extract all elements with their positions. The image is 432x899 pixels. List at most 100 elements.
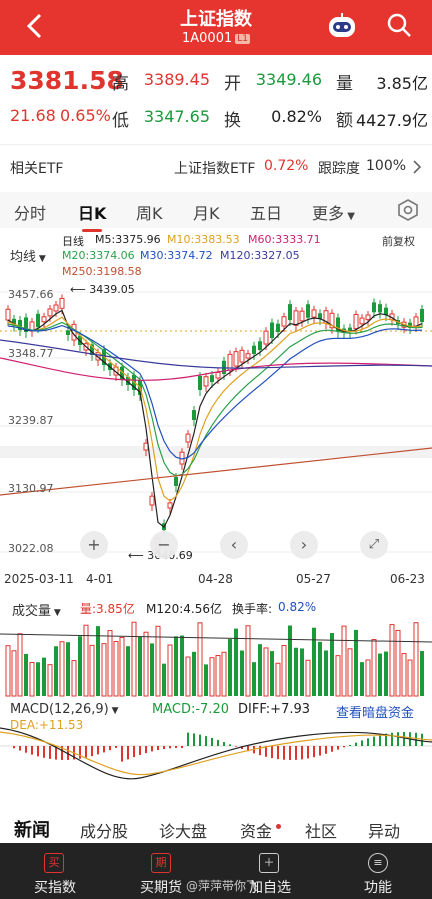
candle-up <box>233 351 239 367</box>
volume-chart <box>0 621 432 697</box>
volume-bar <box>389 624 395 697</box>
ma30-value: M30:3374.72 <box>140 249 213 262</box>
date-label: 04-28 <box>198 572 233 586</box>
date-end: 06-23 <box>390 572 425 586</box>
diff-value: DIFF:+7.93 <box>238 702 311 717</box>
volume-bar <box>209 657 215 697</box>
volume-bar <box>71 660 77 697</box>
tab-more-label: 更多 <box>312 204 345 223</box>
tab-five-day[interactable]: 五日 <box>250 200 282 224</box>
volume-bar <box>371 639 377 697</box>
candle-up <box>413 316 419 327</box>
volume-bar <box>143 631 149 697</box>
candle-up <box>149 495 155 506</box>
adjust-label[interactable]: 前复权 <box>382 233 415 249</box>
scroll-band <box>0 446 432 458</box>
volume-bar <box>66 642 70 696</box>
search-icon[interactable] <box>385 11 413 39</box>
tab-monthly-k[interactable]: 月K <box>193 200 220 224</box>
tab-news[interactable]: 新闻 <box>14 816 50 842</box>
volume-bar <box>401 653 407 697</box>
ma5-value: M5:3375.96 <box>95 233 161 246</box>
volume-bar <box>245 625 251 697</box>
tab-alerts[interactable]: 异动 <box>368 818 400 842</box>
candle-down <box>306 304 310 318</box>
caret-down-icon: ▼ <box>344 211 355 222</box>
notification-dot <box>276 824 281 829</box>
tab-diagnose[interactable]: 诊大盘 <box>159 818 207 842</box>
add-watchlist-icon: ＋ <box>259 853 279 873</box>
fullscreen-button[interactable]: ⤢ <box>360 531 388 559</box>
volume-bar <box>360 662 364 696</box>
candles <box>5 294 424 556</box>
buy-futures-button[interactable]: 买期货 <box>140 877 182 897</box>
robot-assistant-icon[interactable] <box>326 12 358 40</box>
volume-bar <box>221 651 227 697</box>
function-button[interactable]: 功能 <box>364 877 392 897</box>
volume-bar <box>138 636 142 696</box>
volume-value: 3.85亿 <box>376 74 428 93</box>
track-label: 跟踪度 <box>318 161 360 177</box>
volume-bar <box>59 641 65 697</box>
candle-down <box>270 322 274 338</box>
volume-bar <box>347 648 353 697</box>
volume-bar <box>126 646 130 696</box>
candle-up <box>5 308 11 321</box>
bottom-action-bar: 买 买指数 期 买期货 ＋ 加自选 ≡ 功能 @萍萍带你飞 <box>0 843 432 899</box>
tab-daily-k[interactable]: 日K <box>78 200 106 232</box>
candle-down <box>198 375 202 390</box>
arrow-left-icon: ⟵ <box>128 549 148 562</box>
volume-bar <box>42 657 46 696</box>
y-tick: 3239.87 <box>8 414 54 427</box>
volume-bar <box>420 650 424 696</box>
related-etf-label[interactable]: 相关ETF <box>10 158 63 178</box>
y-tick: 3457.66 <box>8 288 54 301</box>
volume-bar <box>324 650 328 696</box>
candle-up <box>41 316 47 323</box>
open-value: 3349.46 <box>255 70 322 89</box>
volume-bar <box>228 639 232 696</box>
candle-up <box>185 433 191 443</box>
candle-down <box>276 323 280 332</box>
etf-name[interactable]: 上证指数ETF <box>174 158 255 178</box>
date-start: 2025-03-11 <box>4 572 74 586</box>
scroll-left-button[interactable]: ‹ <box>220 531 248 559</box>
volume-bar <box>407 659 413 697</box>
buy-futures-icon: 期 <box>151 853 171 873</box>
candle-down <box>174 477 178 486</box>
macd-selector-label: MACD(12,26,9) <box>10 702 109 717</box>
settings-hex-icon[interactable] <box>396 198 420 222</box>
volume-bar <box>29 662 35 697</box>
open-label: 开 <box>224 74 241 94</box>
buy-index-button[interactable]: 买指数 <box>34 877 76 897</box>
ma120-value: M120:3327.05 <box>220 249 300 262</box>
macd-selector[interactable]: MACD(12,26,9) ▼ <box>10 702 119 717</box>
tab-components[interactable]: 成分股 <box>80 818 128 842</box>
function-icon: ≡ <box>368 853 388 873</box>
volume-bar <box>413 622 419 697</box>
ma20-value: M20:3374.06 <box>62 249 135 262</box>
tab-intraday[interactable]: 分时 <box>14 200 46 224</box>
volume-bar <box>131 621 137 697</box>
date-label: 4-01 <box>86 572 114 586</box>
volume-bar <box>294 647 298 696</box>
tab-community[interactable]: 社区 <box>305 818 337 842</box>
candle-up <box>359 317 365 325</box>
candle-up <box>47 308 53 317</box>
ma-selector[interactable]: 均线 ▼ <box>10 246 46 265</box>
zoom-out-button[interactable]: − <box>150 531 178 559</box>
tab-weekly-k[interactable]: 周K <box>136 200 163 224</box>
macd-chart <box>0 727 432 780</box>
turnover-rate-label: 换手率: <box>232 602 273 616</box>
candle-up <box>215 371 221 379</box>
chevron-right-icon[interactable] <box>410 159 424 175</box>
candle-up <box>53 304 59 312</box>
volume-bar <box>113 640 119 697</box>
tab-funds[interactable]: 资金 <box>240 818 272 842</box>
kline-chart[interactable] <box>0 280 432 570</box>
tab-more[interactable]: 更多 ▼ <box>312 200 355 224</box>
candle-up <box>263 330 269 345</box>
scroll-right-button[interactable]: › <box>290 531 318 559</box>
volume-bar <box>150 643 154 696</box>
zoom-in-button[interactable]: + <box>80 531 108 559</box>
